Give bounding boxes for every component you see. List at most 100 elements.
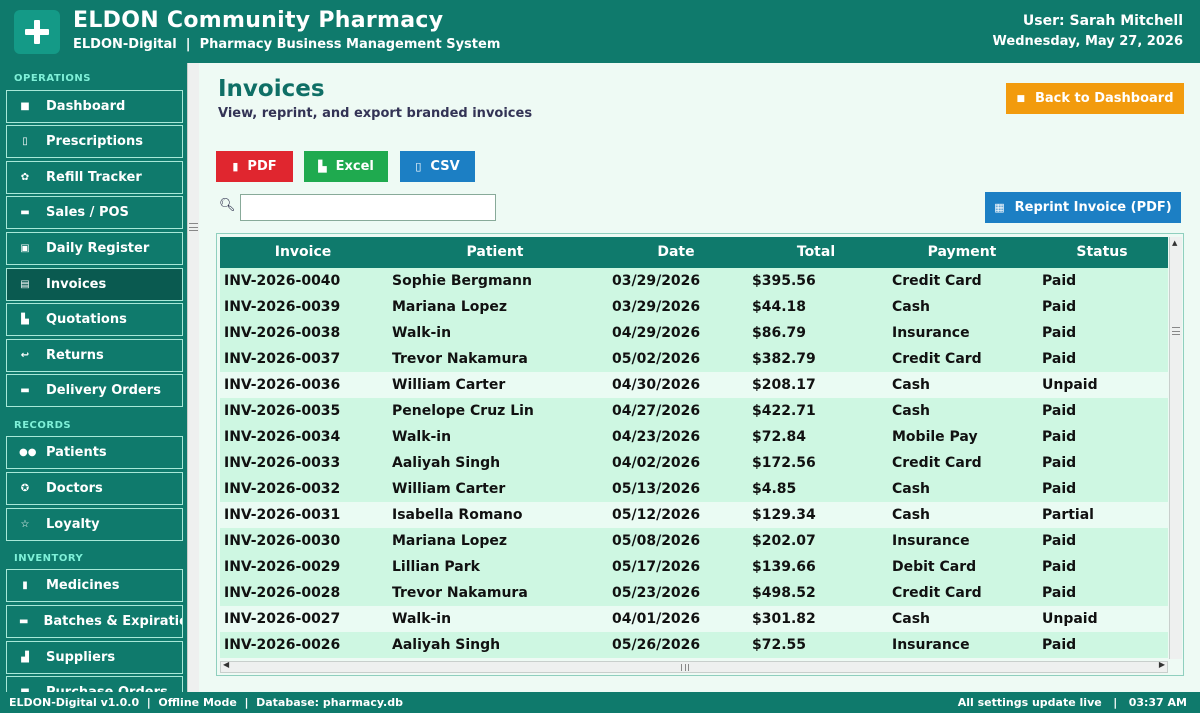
reprint-invoice-button[interactable]: ▦ Reprint Invoice (PDF) [985, 192, 1181, 223]
status-bar-time: All settings update live | 03:37 AM [957, 696, 1187, 709]
table-vertical-scroll-grip[interactable] [1172, 327, 1180, 335]
cell-payment: Cash [892, 611, 931, 627]
sidebar-item-label: Delivery Orders [46, 383, 161, 398]
table-horizontal-scroll-grip[interactable] [681, 664, 689, 671]
column-header-invoice[interactable]: Invoice [223, 237, 383, 268]
sidebar-item-sales-pos[interactable]: ▬ Sales / POS [6, 196, 183, 229]
sidebar-item-prescriptions[interactable]: ▯ Prescriptions [6, 125, 183, 158]
sidebar-item-batches-expirations[interactable]: ▬ Batches & Expirations [6, 605, 183, 638]
cell-date: 05/02/2026 [612, 351, 701, 367]
sidebar-item-daily-register[interactable]: ▣ Daily Register [6, 232, 183, 265]
sidebar-item-suppliers[interactable]: ▟ Suppliers [6, 641, 183, 674]
printer-icon: ▦ [994, 201, 1005, 214]
cell-payment: Insurance [892, 533, 970, 549]
table-row[interactable]: INV-2026-0027 Walk-in 04/01/2026 $301.82 Cas… [220, 606, 1168, 632]
table-row[interactable]: INV-2026-0030 Mariana Lopez 05/08/2026 $202… [220, 528, 1168, 554]
table-horizontal-scrollbar[interactable]: ◀ ▶ [220, 660, 1168, 673]
sidebar-item-purchase-orders[interactable]: ■Purchase Orders [6, 676, 183, 692]
medicine-icon: ▮ [22, 580, 28, 591]
table-row[interactable]: INV-2026-0036 William Carter 04/30/2026 $20… [220, 372, 1168, 398]
cell-status: Paid [1042, 637, 1077, 653]
sidebar-item-doctors[interactable]: ✪ Doctors [6, 472, 183, 505]
column-header-patient[interactable]: Patient [415, 237, 575, 268]
back-to-dashboard-button[interactable]: ■ Back to Dashboard [1006, 83, 1184, 114]
export-pdf-button[interactable]: ▮ PDF [216, 151, 293, 182]
cell-payment: Cash [892, 377, 931, 393]
app-title: ELDON Community Pharmacy [73, 8, 444, 33]
back-to-dashboard-label: Back to Dashboard [1035, 91, 1174, 106]
cell-status: Unpaid [1042, 377, 1098, 393]
cell-date: 05/08/2026 [612, 533, 701, 549]
cell-invoice: INV-2026-0030 [224, 533, 341, 549]
table-row[interactable]: INV-2026-0032 William Carter 05/13/2026 $4.… [220, 476, 1168, 502]
cell-patient: Aaliyah Singh [392, 637, 501, 653]
cell-patient: William Carter [392, 377, 506, 393]
sidebar-scroll-grip[interactable] [189, 223, 198, 231]
cell-status: Paid [1042, 351, 1077, 367]
export-csv-label: CSV [430, 159, 460, 174]
export-csv-button[interactable]: ▯ CSV [400, 151, 475, 182]
table-vertical-scrollbar[interactable]: ▲ [1169, 237, 1182, 659]
table-row[interactable]: INV-2026-0029 Lillian Park 05/17/2026 $139.… [220, 554, 1168, 580]
export-excel-label: Excel [335, 159, 374, 174]
cell-date: 03/29/2026 [612, 299, 701, 315]
cell-patient: Walk-in [392, 611, 452, 627]
cell-patient: Penelope Cruz Lin [392, 403, 534, 419]
cell-invoice: INV-2026-0036 [224, 377, 341, 393]
cell-patient: Walk-in [392, 325, 452, 341]
app-subtitle: ELDON-Digital | Pharmacy Business Manage… [73, 37, 501, 52]
column-header-payment[interactable]: Payment [882, 237, 1042, 268]
cell-invoice: INV-2026-0033 [224, 455, 341, 471]
column-header-date[interactable]: Date [596, 237, 756, 268]
cell-status: Paid [1042, 273, 1077, 289]
sidebar-item-label: Returns [46, 348, 104, 363]
home-icon: ■ [20, 101, 30, 112]
cell-payment: Cash [892, 299, 931, 315]
sidebar-item-label: Medicines [46, 578, 120, 593]
sidebar: OPERATIONS RECORDS INVENTORY ■ Dashboard ▯… [0, 63, 199, 692]
scroll-up-arrow-icon[interactable]: ▲ [1172, 239, 1177, 247]
cell-status: Paid [1042, 481, 1077, 497]
sidebar-item-medicines[interactable]: ▮ Medicines [6, 569, 183, 602]
sidebar-item-patients[interactable]: ●● Patients [6, 436, 183, 469]
cell-payment: Cash [892, 481, 931, 497]
column-header-total[interactable]: Total [736, 237, 896, 268]
table-row[interactable]: INV-2026-0028 Trevor Nakamura 05/23/2026 $4… [220, 580, 1168, 606]
column-header-status[interactable]: Status [1022, 237, 1182, 268]
sidebar-item-quotations[interactable]: ▙ Quotations [6, 303, 183, 336]
cell-date: 05/12/2026 [612, 507, 701, 523]
table-row[interactable]: INV-2026-0031 Isabella Romano 05/12/2026 $1… [220, 502, 1168, 528]
sidebar-item-loyalty[interactable]: ☆ Loyalty [6, 508, 183, 541]
table-row[interactable]: INV-2026-0026 Aaliyah Singh 05/26/2026 $72.… [220, 632, 1168, 658]
table-row[interactable]: INV-2026-0039 Mariana Lopez 03/29/2026 $44.… [220, 294, 1168, 320]
sidebar-item-dashboard[interactable]: ■ Dashboard [6, 90, 183, 123]
scroll-left-arrow-icon[interactable]: ◀ [223, 660, 229, 669]
sidebar-item-refill-tracker[interactable]: ✿ Refill Tracker [6, 161, 183, 194]
scroll-right-arrow-icon[interactable]: ▶ [1159, 660, 1165, 669]
cell-date: 04/23/2026 [612, 429, 701, 445]
sidebar-item-invoices[interactable]: ▤ Invoices [6, 268, 183, 301]
table-row[interactable]: INV-2026-0038 Walk-in 04/29/2026 $86.79 Insu… [220, 320, 1168, 346]
cell-status: Paid [1042, 299, 1077, 315]
table-row[interactable]: INV-2026-0037 Trevor Nakamura 05/02/2026 $3… [220, 346, 1168, 372]
stethoscope-icon: ✪ [20, 483, 30, 494]
cell-status: Paid [1042, 585, 1077, 601]
cell-total: $72.55 [752, 637, 807, 653]
cell-payment: Insurance [892, 637, 970, 653]
sidebar-item-returns[interactable]: ↩ Returns [6, 339, 183, 372]
cell-invoice: INV-2026-0028 [224, 585, 341, 601]
refill-icon: ✿ [20, 172, 30, 183]
table-row[interactable]: INV-2026-0033 Aaliyah Singh 04/02/2026 $172… [220, 450, 1168, 476]
cell-patient: Trevor Nakamura [392, 585, 528, 601]
cell-total: $4.85 [752, 481, 797, 497]
search-input[interactable] [240, 194, 496, 221]
table-row[interactable]: INV-2026-0035 Penelope Cruz Lin 04/27/2026… [220, 398, 1168, 424]
sidebar-item-delivery-orders[interactable]: ▬ Delivery Orders [6, 374, 183, 407]
cell-date: 05/23/2026 [612, 585, 701, 601]
sidebar-scrollbar[interactable] [187, 63, 199, 692]
sidebar-item-label: Prescriptions [46, 134, 143, 149]
table-row[interactable]: INV-2026-0040 Sophie Bergmann 03/29/2026 $3… [220, 268, 1168, 294]
cell-patient: Lillian Park [392, 559, 480, 575]
export-excel-button[interactable]: ▙ Excel [304, 151, 388, 182]
table-row[interactable]: INV-2026-0034 Walk-in 04/23/2026 $72.84 Mobi… [220, 424, 1168, 450]
